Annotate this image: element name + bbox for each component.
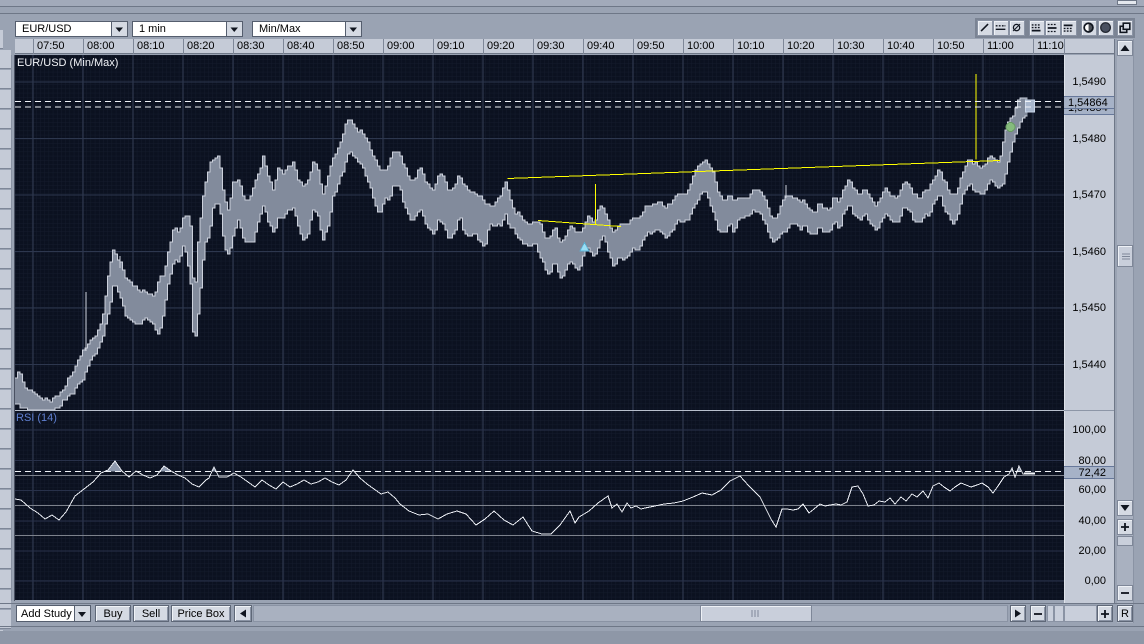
- svg-text:RSI (14): RSI (14): [16, 412, 57, 424]
- svg-text:EUR/USD (Min/Max): EUR/USD (Min/Max): [17, 57, 118, 69]
